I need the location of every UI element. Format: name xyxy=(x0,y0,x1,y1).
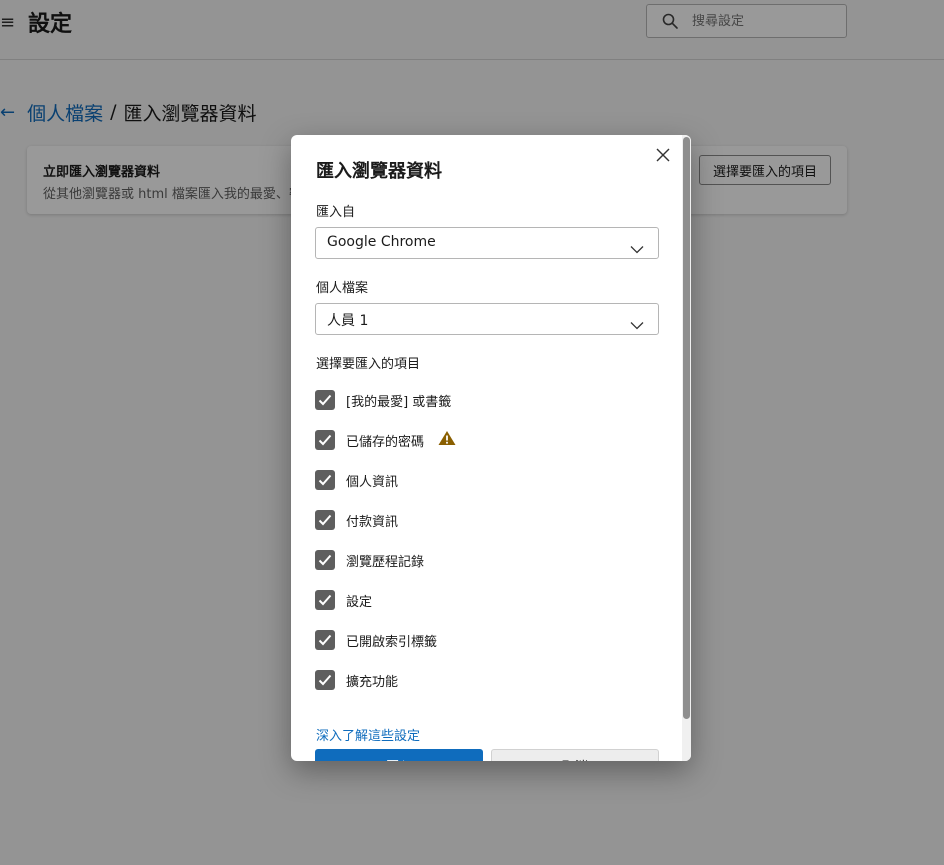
close-icon[interactable] xyxy=(651,143,675,167)
cancel-button[interactable]: 取消 xyxy=(491,749,659,761)
learn-more-link[interactable]: 深入了解這些設定 xyxy=(316,725,420,744)
checkbox-checked-icon[interactable] xyxy=(315,390,335,410)
warning-icon[interactable] xyxy=(438,430,456,450)
checkbox-extensions[interactable]: 擴充功能 xyxy=(315,669,398,691)
checkbox-checked-icon[interactable] xyxy=(315,470,335,490)
checkbox-settings[interactable]: 設定 xyxy=(315,589,372,611)
dialog-title: 匯入瀏覽器資料 xyxy=(316,161,442,182)
checkbox-saved-passwords[interactable]: 已儲存的密碼 xyxy=(315,429,456,451)
import-button[interactable]: 匯入 xyxy=(315,749,483,761)
scrollbar-thumb[interactable] xyxy=(683,137,690,719)
checkbox-checked-icon[interactable] xyxy=(315,670,335,690)
checkbox-checked-icon[interactable] xyxy=(315,430,335,450)
chevron-down-icon xyxy=(630,239,644,258)
chevron-down-icon xyxy=(630,315,644,334)
import-from-label: 匯入自 xyxy=(316,205,356,220)
checkbox-payment-info[interactable]: 付款資訊 xyxy=(315,509,398,531)
checkbox-checked-icon[interactable] xyxy=(315,590,335,610)
checkbox-label: 擴充功能 xyxy=(346,674,399,690)
checkbox-checked-icon[interactable] xyxy=(315,510,335,530)
checkbox-label: 已開啟索引標籤 xyxy=(346,634,438,650)
checkbox-label: 設定 xyxy=(346,594,373,610)
import-from-dropdown[interactable]: Google Chrome xyxy=(315,227,659,259)
checkbox-open-tabs[interactable]: 已開啟索引標籤 xyxy=(315,629,437,651)
checkbox-favorites[interactable]: [我的最愛] 或書籤 xyxy=(315,389,451,411)
checkbox-label: 瀏覽歷程記錄 xyxy=(346,554,425,570)
checkbox-browsing-history[interactable]: 瀏覽歷程記錄 xyxy=(315,549,424,571)
profile-value: 人員 1 xyxy=(327,313,369,329)
checkbox-label: 已儲存的密碼 xyxy=(346,434,425,450)
profile-label: 個人檔案 xyxy=(316,281,369,296)
checkbox-checked-icon[interactable] xyxy=(315,630,335,650)
import-from-value: Google Chrome xyxy=(327,234,436,250)
import-dialog: 匯入瀏覽器資料 匯入自 Google Chrome 個人檔案 人員 1 選擇要匯… xyxy=(291,135,691,761)
checkbox-personal-info[interactable]: 個人資訊 xyxy=(315,469,398,491)
checkbox-checked-icon[interactable] xyxy=(315,550,335,570)
profile-dropdown[interactable]: 人員 1 xyxy=(315,303,659,335)
checkbox-label: 付款資訊 xyxy=(346,514,399,530)
checkbox-label: [我的最愛] 或書籤 xyxy=(346,394,452,410)
items-section-label: 選擇要匯入的項目 xyxy=(316,357,421,372)
checkbox-label: 個人資訊 xyxy=(346,474,399,490)
